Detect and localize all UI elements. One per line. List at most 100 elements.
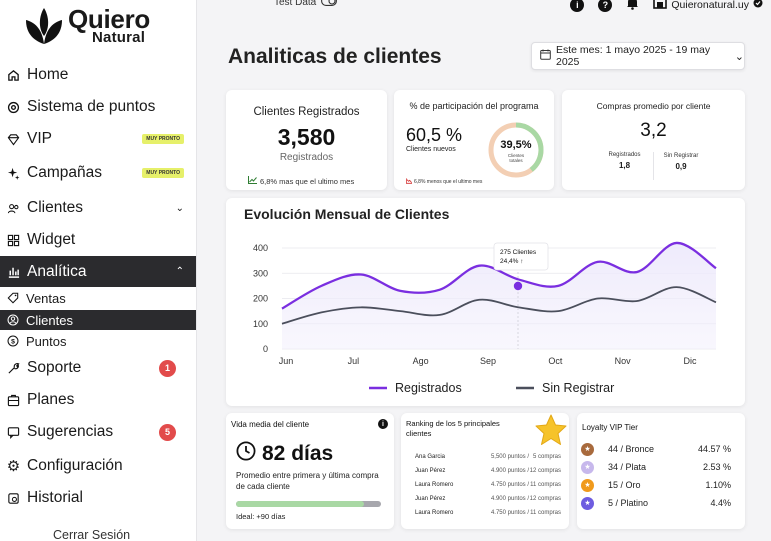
sidebar-subitem-puntos[interactable]: $ Puntos — [0, 331, 196, 351]
tier-badge-icon: ★ — [581, 460, 594, 474]
tier-row[interactable]: ★ 34 / Plata 2.53 % — [577, 458, 741, 476]
sidebar-item-label: Clientes — [27, 199, 83, 216]
sidebar-item-campanas[interactable]: Campañas MUY PRONTO — [0, 158, 196, 188]
loyalty-card: Loyalty VIP Tier ★ 44 / Bronce 44.57 % ★ 34 … — [577, 413, 745, 529]
kpi-title: Compras promedio por cliente — [596, 101, 711, 111]
sidebar-subitem-ventas[interactable]: Ventas — [0, 288, 196, 308]
ranking-name: Juan Pérez — [415, 468, 446, 474]
tier-row[interactable]: ★ 44 / Bronce 44.57 % — [577, 440, 741, 458]
y-tick-label: 0 — [263, 344, 268, 354]
kpi-card-registered: Clientes Registrados 3,580 Registrados 6… — [226, 90, 387, 190]
sidebar-item-soporte[interactable]: Soporte 1 — [0, 353, 196, 383]
lifetime-progress-bar — [236, 501, 381, 507]
date-range-select[interactable]: Este mes: 1 mayo 2025 - 19 may 2025 ⌄ — [531, 42, 745, 70]
card-title: Ranking de los 5 principales clientes — [406, 419, 500, 438]
ranking-row[interactable]: Laura Romero 4.750 puntos /11 compras — [415, 482, 561, 488]
users-icon — [6, 201, 21, 216]
test-data-toggle[interactable]: Test Data — [274, 0, 338, 9]
test-data-label: Test Data — [274, 0, 317, 8]
ranking-name: Juan Pérez — [415, 496, 446, 502]
sidebar-item-home[interactable]: Home — [0, 60, 196, 90]
registered-split: Registrados 1,8 — [596, 152, 654, 180]
tooltip-box — [493, 242, 549, 271]
legend-label: Sin Registrar — [542, 381, 614, 395]
sidebar-item-clientes[interactable]: Clientes ⌄ — [0, 193, 196, 223]
sidebar-item-planes[interactable]: Planes — [0, 385, 196, 415]
tier-row[interactable]: ★ 5 / Platino 4.4% — [577, 494, 741, 512]
sidebar-item-sistema-de-puntos[interactable]: Sistema de puntos — [0, 92, 196, 122]
kpi-trend: 6,8% mas que el ultimo mes — [248, 176, 354, 186]
bell-icon[interactable] — [626, 0, 639, 13]
tier-label: 34 / Plata — [608, 462, 647, 472]
sidebar-item-sugerencias[interactable]: Sugerencias 5 — [0, 417, 196, 447]
split-value: 1,8 — [618, 161, 631, 170]
chevron-down-icon: ⌄ — [734, 50, 744, 63]
tier-percent: 2.53 % — [702, 462, 731, 472]
ranking-row[interactable]: Ana Garcia 5,500 puntos /5 compras — [415, 454, 561, 460]
ranking-card: Ranking de los 5 principales clientes An… — [401, 413, 569, 529]
tier-label: 5 / Platino — [608, 498, 649, 508]
ranking-row[interactable]: Juan Pérez 4.900 puntos /12 compras — [415, 496, 561, 502]
sidebar-item-configuracion[interactable]: ⚙ Configuración — [0, 451, 196, 481]
sidebar-item-widget[interactable]: Widget — [0, 225, 196, 255]
sidebar-item-historial[interactable]: Historial — [0, 483, 196, 513]
sidebar-item-label: VIP — [27, 130, 52, 147]
wrench-icon — [6, 361, 21, 376]
tier-percent: 4.4% — [710, 498, 731, 508]
lifetime-card: Vida media del cliente i 82 días Promedi… — [226, 413, 394, 529]
points-icon — [6, 100, 21, 115]
tier-row[interactable]: ★ 15 / Oro 1.10% — [577, 476, 741, 494]
trend-down-icon — [405, 178, 412, 186]
sidebar-item-label: Configuración — [27, 457, 123, 474]
logout-link[interactable]: Cerrar Sesión — [53, 528, 130, 541]
hover-point[interactable] — [513, 281, 523, 291]
tier-percent: 44.57 % — [697, 444, 731, 454]
ranking-points: 4.750 puntos / — [490, 482, 529, 488]
date-range-label: Este mes: 1 mayo 2025 - 19 may 2025 — [556, 44, 711, 68]
lifetime-ideal: Ideal: +90 días — [236, 512, 286, 521]
tier-label: 15 / Oro — [608, 480, 641, 490]
sidebar-item-label: Soporte — [27, 359, 82, 376]
store-switcher[interactable]: Quieronatural.uy — [653, 0, 763, 12]
svg-text:$: $ — [11, 339, 15, 346]
lifetime-value-row: 82 días — [236, 441, 333, 466]
x-tick-label: Dic — [684, 356, 697, 366]
ranking-row[interactable]: Juan Pérez 4.900 puntos /12 compras — [415, 468, 561, 474]
tier-badge-icon: ★ — [581, 442, 594, 456]
gear-icon: ⚙ — [6, 458, 21, 475]
trend-up-icon — [248, 176, 257, 186]
notification-count-badge: 5 — [159, 423, 176, 441]
info-icon[interactable]: i — [378, 419, 388, 429]
ranking-name: Ana Garcia — [415, 454, 446, 460]
x-tick-label: Jun — [279, 356, 294, 366]
sidebar-subitem-clientes[interactable]: Clientes — [0, 310, 196, 330]
sidebar-item-label: Widget — [27, 231, 76, 248]
trend-text: 6,8% menos que el ultimo mes — [414, 179, 483, 185]
chart-card: Evolución Mensual de Clientes Jun Jul Ago S… — [226, 198, 745, 406]
x-tick-label: Sep — [480, 356, 496, 366]
tier-label: 44 / Bronce — [608, 444, 655, 454]
sidebar-item-label: Planes — [27, 391, 75, 408]
chevron-up-icon: ⌃ — [175, 266, 184, 277]
info-icon[interactable]: i — [570, 0, 585, 12]
sidebar-item-label: Sistema de puntos — [27, 98, 156, 115]
page-title: Analiticas de clientes — [228, 45, 442, 68]
kpi-value: 3,580 — [277, 124, 336, 150]
topbar-actions: i ? Quieronatural.uy — [570, 0, 763, 13]
sparkle-icon — [6, 166, 21, 181]
toggle-icon — [321, 0, 338, 9]
brand-logo[interactable]: Quiero Natural — [24, 6, 150, 46]
help-icon[interactable]: ? — [598, 0, 613, 12]
grid-icon — [6, 233, 21, 248]
legend-label: Registrados — [395, 381, 462, 395]
lifetime-description: Promedio entre primera y última compra d… — [236, 471, 379, 491]
coming-soon-badge: MUY PRONTO — [142, 168, 184, 178]
sidebar-subitem-label: Ventas — [26, 290, 66, 306]
sidebar-item-vip[interactable]: VIP MUY PRONTO — [0, 124, 196, 154]
ranking-row[interactable]: Laura Romero 4.750 puntos /11 compras — [415, 510, 561, 516]
sidebar-item-analitica[interactable]: Analítica ⌃ — [0, 256, 196, 287]
chevron-down-icon: ⌄ — [175, 202, 184, 214]
coming-soon-badge: MUY PRONTO — [142, 134, 184, 144]
x-tick-label: Nov — [615, 356, 632, 366]
ranking-name: Laura Romero — [415, 510, 454, 516]
